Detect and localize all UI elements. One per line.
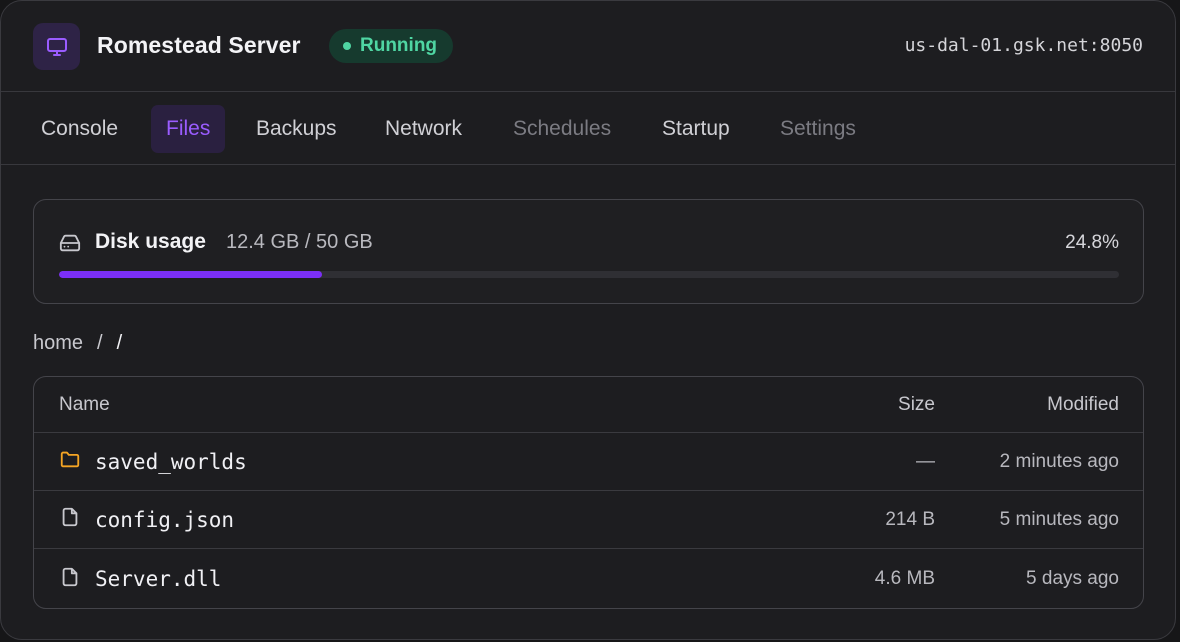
status-badge: Running	[329, 29, 454, 63]
disk-usage-percent: 24.8%	[1065, 232, 1119, 253]
column-header-modified[interactable]: Modified	[1047, 377, 1119, 432]
file-name[interactable]: saved_worlds	[95, 450, 247, 474]
column-header-size[interactable]: Size	[898, 377, 935, 432]
table-row[interactable]: saved_worlds — 2 minutes ago	[34, 433, 1143, 491]
breadcrumb-current: /	[116, 332, 123, 354]
tab-network[interactable]: Network	[370, 105, 477, 153]
tab-console[interactable]: Console	[26, 105, 133, 153]
disk-usage-value: 12.4 GB / 50 GB	[226, 231, 373, 253]
tab-bar: Console Files Backups Network Schedules …	[1, 93, 1175, 165]
disk-usage-label: Disk usage	[95, 230, 206, 253]
file-table: Name Size Modified saved_worlds — 2 minu…	[33, 376, 1144, 609]
table-row[interactable]: Server.dll 4.6 MB 5 days ago	[34, 550, 1143, 608]
breadcrumb-separator: /	[97, 332, 103, 354]
file-size: 4.6 MB	[874, 568, 935, 589]
breadcrumb-home[interactable]: home	[33, 332, 83, 355]
server-name: Romestead Server	[97, 32, 301, 58]
tab-schedules[interactable]: Schedules	[498, 105, 626, 153]
server-panel: Romestead Server Running us-dal-01.gsk.n…	[0, 0, 1176, 640]
file-name[interactable]: Server.dll	[95, 567, 221, 591]
file-modified: 5 days ago	[1026, 568, 1119, 589]
table-row[interactable]: config.json 214 B 5 minutes ago	[34, 491, 1143, 549]
status-dot-icon	[343, 42, 351, 50]
file-size: 214 B	[885, 508, 935, 530]
disk-usage-card: Disk usage 12.4 GB / 50 GB 24.8%	[33, 199, 1144, 304]
tab-backups[interactable]: Backups	[241, 105, 352, 153]
file-modified: 2 minutes ago	[999, 450, 1119, 472]
status-text: Running	[360, 35, 438, 56]
tab-settings[interactable]: Settings	[765, 105, 871, 153]
file-size: —	[916, 450, 935, 472]
tab-startup[interactable]: Startup	[647, 105, 745, 153]
monitor-icon	[33, 23, 80, 70]
column-header-name[interactable]: Name	[59, 377, 110, 432]
folder-icon	[59, 448, 81, 475]
file-icon	[59, 566, 81, 593]
breadcrumb: home / /	[33, 332, 122, 355]
disk-usage-bar	[59, 271, 1119, 278]
hard-drive-icon	[59, 232, 81, 259]
server-address: us-dal-01.gsk.net:8050	[904, 35, 1143, 56]
file-name[interactable]: config.json	[95, 508, 234, 532]
header: Romestead Server Running us-dal-01.gsk.n…	[1, 1, 1175, 92]
table-header: Name Size Modified	[34, 377, 1143, 433]
tab-files[interactable]: Files	[151, 105, 226, 153]
file-icon	[59, 506, 81, 533]
file-modified: 5 minutes ago	[999, 508, 1119, 530]
disk-usage-bar-fill	[59, 271, 322, 278]
